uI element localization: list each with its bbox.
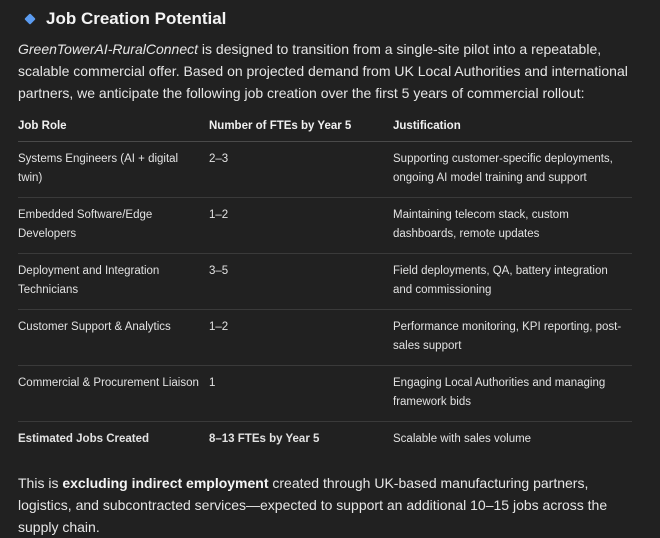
cell-ftes: 1–2 xyxy=(209,197,393,254)
cell-ftes: 3–5 xyxy=(209,253,393,310)
section-title: Job Creation Potential xyxy=(46,9,227,28)
section-heading: Job Creation Potential xyxy=(18,8,642,30)
cell-justification: Engaging Local Authorities and managing … xyxy=(393,365,632,422)
project-name: GreenTowerAI-RuralConnect xyxy=(18,41,199,57)
outro-bold: excluding indirect employment xyxy=(62,475,269,491)
table-header-row: Job Role Number of FTEs by Year 5 Justif… xyxy=(18,111,632,142)
table-row: Embedded Software/Edge Developers 1–2 Ma… xyxy=(18,197,632,254)
job-creation-table: Job Role Number of FTEs by Year 5 Justif… xyxy=(18,111,632,458)
outro-prefix: This is xyxy=(18,475,63,491)
cell-ftes: 2–3 xyxy=(209,141,393,198)
header-job-role: Job Role xyxy=(18,111,209,142)
cell-ftes: 1 xyxy=(209,365,393,422)
cell-justification: Maintaining telecom stack, custom dashbo… xyxy=(393,197,632,254)
cell-role: Systems Engineers (AI + digital twin) xyxy=(18,141,209,198)
response-content: Job Creation Potential GreenTowerAI-Rura… xyxy=(0,0,660,538)
table-row: Commercial & Procurement Liaison 1 Engag… xyxy=(18,365,632,422)
table-row: Customer Support & Analytics 1–2 Perform… xyxy=(18,309,632,366)
table-total-row: Estimated Jobs Created 8–13 FTEs by Year… xyxy=(18,422,632,459)
cell-role: Embedded Software/Edge Developers xyxy=(18,197,209,254)
cell-justification: Supporting customer-specific deployments… xyxy=(393,141,632,198)
intro-paragraph: GreenTowerAI-RuralConnect is designed to… xyxy=(18,38,642,104)
header-justification: Justification xyxy=(393,111,632,142)
outro-paragraph: This is excluding indirect employment cr… xyxy=(18,472,642,538)
header-ftes: Number of FTEs by Year 5 xyxy=(209,111,393,142)
diamond-bullet-icon xyxy=(24,13,36,25)
table-row: Deployment and Integration Technicians 3… xyxy=(18,253,632,310)
cell-role: Deployment and Integration Technicians xyxy=(18,253,209,310)
cell-total-role: Estimated Jobs Created xyxy=(18,433,150,445)
cell-justification: Field deployments, QA, battery integrati… xyxy=(393,253,632,310)
cell-ftes: 1–2 xyxy=(209,309,393,366)
cell-role: Commercial & Procurement Liaison xyxy=(18,365,209,422)
cell-total-ftes: 8–13 FTEs by Year 5 xyxy=(209,433,320,445)
table-row: Systems Engineers (AI + digital twin) 2–… xyxy=(18,141,632,198)
cell-total-justification: Scalable with sales volume xyxy=(393,433,532,445)
cell-justification: Performance monitoring, KPI reporting, p… xyxy=(393,309,632,366)
cell-role: Customer Support & Analytics xyxy=(18,309,209,366)
